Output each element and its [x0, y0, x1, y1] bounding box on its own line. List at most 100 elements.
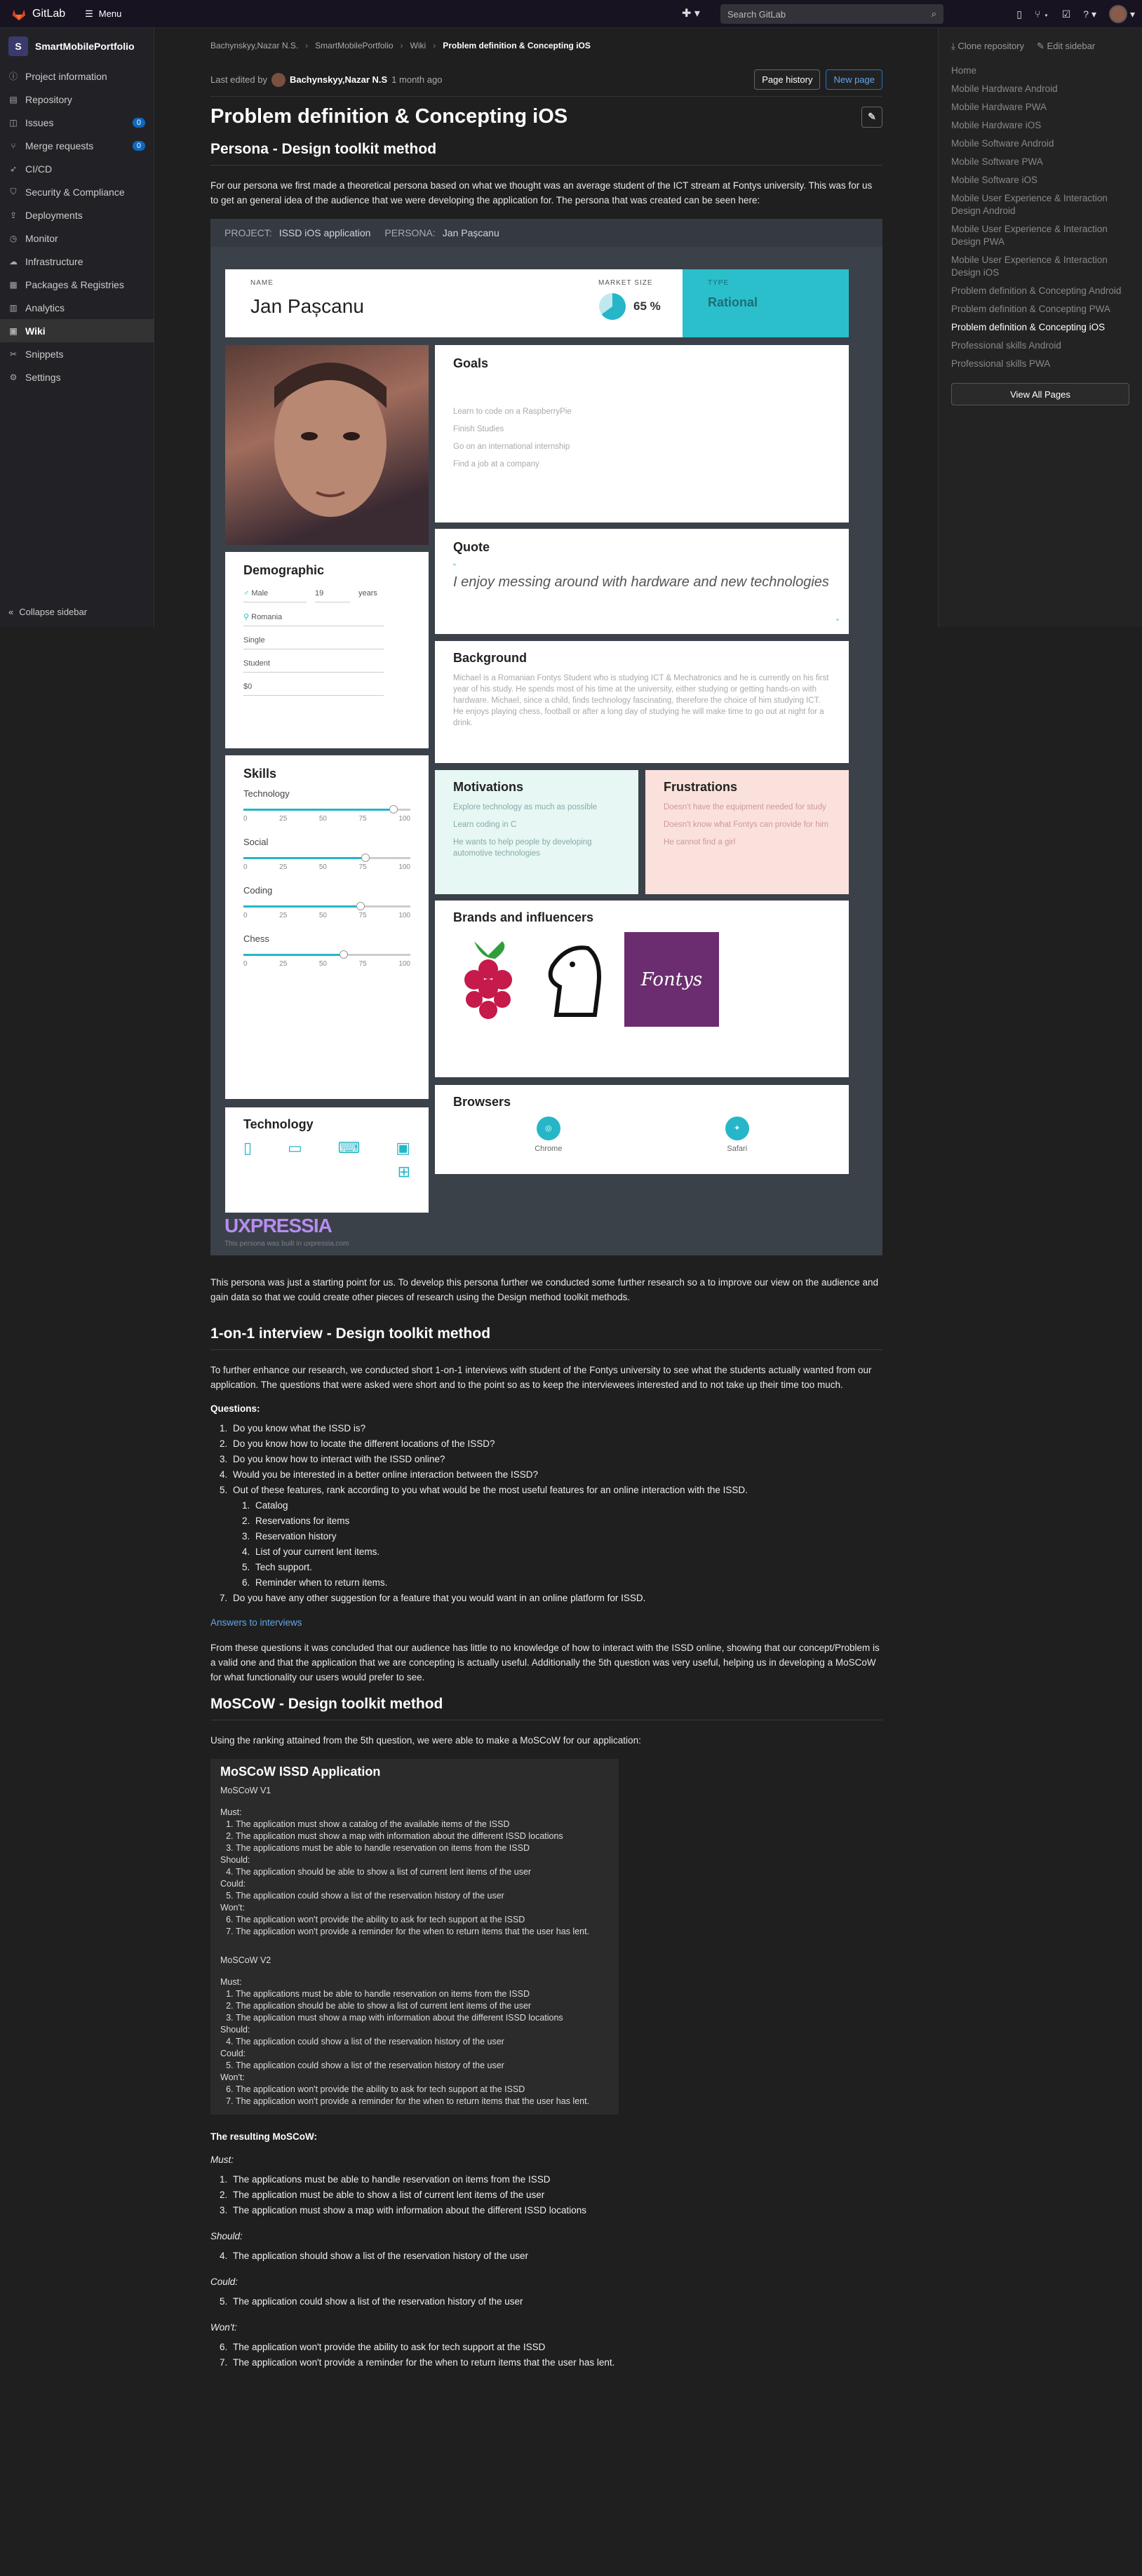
- project-avatar: S: [8, 36, 28, 56]
- moscow-heading: MoSCoW - Design toolkit method: [210, 1696, 882, 1720]
- menu-button[interactable]: ☰ Menu: [76, 8, 130, 20]
- wiki-page-link[interactable]: Mobile Software iOS: [951, 174, 1129, 187]
- tick-label: 75: [358, 863, 367, 871]
- moscow-doc-list: The application could show a list of the…: [220, 2036, 609, 2048]
- wiki-page-link[interactable]: Professional skills Android: [951, 339, 1129, 352]
- answers-link[interactable]: Answers to interviews: [210, 1617, 882, 1628]
- sidebar-item-merge-requests[interactable]: ⑂ Merge requests 0: [0, 134, 154, 157]
- doc-icon: ▤: [9, 94, 18, 104]
- persona-photo: [225, 345, 429, 545]
- breadcrumb-page[interactable]: Problem definition & Concepting iOS: [443, 41, 591, 50]
- could-list: The application could show a list of the…: [210, 2294, 882, 2309]
- question-item: Do you know what the ISSD is?: [230, 1421, 882, 1436]
- tick-label: 100: [398, 960, 410, 968]
- edit-page-button[interactable]: ✎: [861, 106, 882, 128]
- background-text: Michael is a Romanian Fontys Student who…: [453, 674, 829, 727]
- wiki-page-link[interactable]: Problem definition & Concepting Android: [951, 285, 1129, 297]
- skill-slider: [243, 854, 410, 862]
- view-all-pages-button[interactable]: View All Pages: [951, 383, 1129, 405]
- user-menu[interactable]: ▾: [1108, 5, 1135, 23]
- sidebar-item-analytics[interactable]: ▥ Analytics: [0, 296, 154, 319]
- browsers-heading: Browsers: [453, 1095, 511, 1109]
- raspberry-pi-logo-icon: [464, 940, 512, 1019]
- tick-label: 0: [243, 863, 248, 871]
- wiki-page-link[interactable]: Mobile Hardware PWA: [951, 101, 1129, 114]
- clone-repository-link[interactable]: ⤓ Clone repository: [951, 41, 1024, 52]
- todo-icon[interactable]: ☑: [1062, 8, 1071, 20]
- edit-sidebar-link[interactable]: ✎ Edit sidebar: [1037, 41, 1095, 52]
- background-card: Background Michael is a Romanian Fontys …: [435, 641, 849, 763]
- persona-intro: For our persona we first made a theoreti…: [210, 180, 873, 205]
- feature-item: Reservations for items: [253, 1513, 882, 1529]
- package-icon: ▦: [9, 279, 18, 290]
- new-dropdown-button[interactable]: ✚ ▾: [682, 6, 700, 20]
- search-input[interactable]: Search GitLab ⌕: [720, 4, 943, 24]
- wiki-page-link[interactable]: Mobile User Experience & Interaction Des…: [951, 254, 1129, 279]
- breadcrumb-project[interactable]: SmartMobilePortfolio: [315, 41, 393, 50]
- snippet-icon: ✂: [9, 349, 18, 359]
- goal-item: Finish Studies: [453, 425, 504, 433]
- must-item: The application must show a map with inf…: [230, 2203, 882, 2218]
- new-page-button[interactable]: New page: [826, 69, 882, 90]
- wiki-page-link[interactable]: Professional skills PWA: [951, 358, 1129, 370]
- moscow-doc-item: The application won't provide the abilit…: [236, 2084, 609, 2096]
- tick-label: 25: [279, 960, 288, 968]
- avatar: [1108, 5, 1127, 23]
- could-item: The application could show a list of the…: [230, 2294, 882, 2309]
- author-name[interactable]: Bachynskyy,Nazar N.S: [290, 74, 387, 85]
- wiki-page-link[interactable]: Problem definition & Concepting iOS: [951, 321, 1129, 334]
- skill-slider: [243, 902, 410, 910]
- question-item: Do you have any other suggestion for a f…: [230, 1591, 882, 1606]
- motivation-item: He wants to help people by developing au…: [453, 838, 592, 858]
- sidebar-item-issues[interactable]: ◫ Issues 0: [0, 111, 154, 134]
- breadcrumb-user[interactable]: Bachynskyy,Nazar N.S.: [210, 41, 298, 50]
- tablet-icon: ▭: [287, 1139, 302, 1156]
- wiki-page-link[interactable]: Mobile Hardware Android: [951, 83, 1129, 95]
- wiki-page-link[interactable]: Mobile User Experience & Interaction Des…: [951, 223, 1129, 248]
- help-icon[interactable]: ? ▾: [1083, 8, 1096, 20]
- sidebar-item-security-compliance[interactable]: ⛉ Security & Compliance: [0, 180, 154, 203]
- sidebar-item-snippets[interactable]: ✂ Snippets: [0, 342, 154, 365]
- cloud-icon: ☁: [9, 256, 18, 267]
- moscow-version-label: MoSCoW V1: [220, 1786, 271, 1795]
- merge-requests-icon[interactable]: ⑂ ▾: [1035, 8, 1049, 20]
- skill-row: Coding 0 25 50 75 100: [243, 885, 410, 919]
- sidebar-item-deployments[interactable]: ⇪ Deployments: [0, 203, 154, 227]
- goals-card: Goals Learn to code on a RaspberryPie Fin…: [435, 345, 849, 522]
- wont-item: The application won't provide the abilit…: [230, 2340, 882, 2355]
- skill-row: Technology 0 25 50 75 100: [243, 788, 410, 823]
- background-heading: Background: [453, 651, 528, 665]
- sidebar-item-wiki[interactable]: ▣ Wiki: [0, 319, 154, 342]
- quote-heading: Quote: [453, 540, 490, 554]
- page-history-button[interactable]: Page history: [754, 69, 821, 90]
- wont-label: Won't:: [210, 2322, 237, 2333]
- gitlab-logo[interactable]: GitLab: [0, 0, 76, 28]
- sidebar-item-project-information[interactable]: ⓘ Project information: [0, 65, 154, 88]
- sidebar-item-label: CI/CD: [25, 163, 53, 175]
- wiki-page-link[interactable]: Mobile Software Android: [951, 137, 1129, 150]
- tick-label: 25: [279, 912, 288, 919]
- wiki-page-link[interactable]: Mobile Hardware iOS: [951, 119, 1129, 132]
- sidebar-item-infrastructure[interactable]: ☁ Infrastructure: [0, 250, 154, 273]
- goal-item: Find a job at a company: [453, 460, 539, 468]
- project-header[interactable]: S SmartMobilePortfolio: [0, 28, 154, 65]
- count-badge: 0: [132, 140, 145, 151]
- book-icon: ▣: [9, 325, 18, 336]
- frustration-item: He cannot find a girl: [664, 838, 736, 847]
- sidebar-item-packages-registries[interactable]: ▦ Packages & Registries: [0, 273, 154, 296]
- wiki-page-link[interactable]: Mobile Software PWA: [951, 156, 1129, 168]
- issues-shortcut-icon[interactable]: ▯: [1016, 8, 1022, 20]
- sidebar-item-repository[interactable]: ▤ Repository: [0, 88, 154, 111]
- breadcrumb-wiki[interactable]: Wiki: [410, 41, 426, 50]
- wiki-page-link[interactable]: Mobile User Experience & Interaction Des…: [951, 192, 1129, 217]
- sidebar-item-settings[interactable]: ⚙ Settings: [0, 365, 154, 389]
- question-item: Out of these features, rank according to…: [230, 1483, 882, 1498]
- interview-intro: To further enhance our research, we cond…: [210, 1365, 872, 1390]
- moscow-version-label: MoSCoW V2: [220, 1955, 271, 1965]
- sidebar-item-ci-cd[interactable]: ➶ CI/CD: [0, 157, 154, 180]
- collapse-sidebar-button[interactable]: « Collapse sidebar: [8, 607, 87, 617]
- sidebar-item-monitor[interactable]: ◷ Monitor: [0, 227, 154, 250]
- wiki-page-link[interactable]: Problem definition & Concepting PWA: [951, 303, 1129, 316]
- moscow-doc-item: The application must show a catalog of t…: [236, 1819, 609, 1830]
- wiki-page-link[interactable]: Home: [951, 65, 1129, 77]
